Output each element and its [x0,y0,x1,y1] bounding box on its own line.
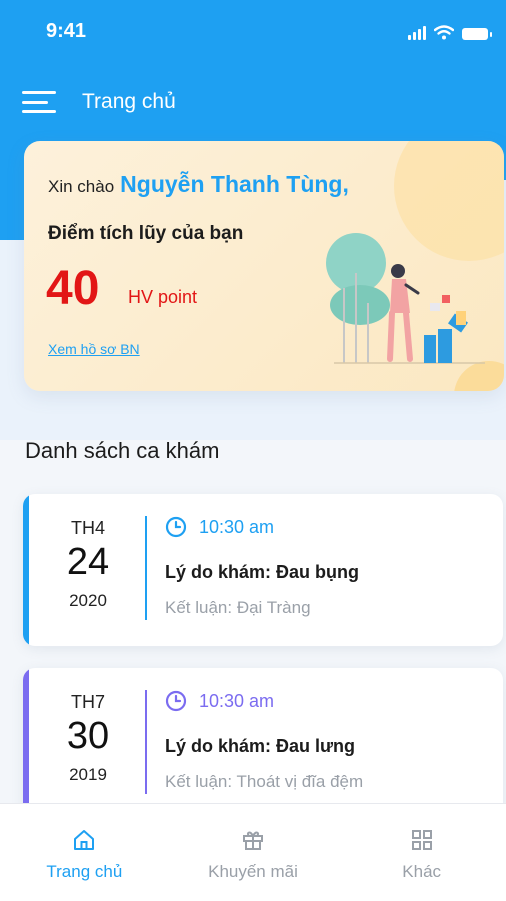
bottom-nav: Trang chủ Khuyến mãi Khác [0,803,506,901]
status-time: 9:41 [46,20,87,42]
home-icon [74,830,95,850]
nav-item-promotions[interactable]: Khuyến mãi [169,804,338,901]
clock-icon [165,690,187,712]
visit-day: 30 [66,715,110,757]
nav-item-home[interactable]: Trang chủ [0,804,169,901]
status-icons [408,24,492,40]
battery-icon [462,28,492,40]
nav-label-home: Trang chủ [46,862,123,881]
user-name: Nguyễn Thanh Tùng, [120,171,349,197]
visit-time-row: 10:30 am [165,690,274,712]
visit-accent-bar [23,494,29,646]
visit-divider [145,516,147,620]
points-card: Xin chào Nguyễn Thanh Tùng, Điểm tích lũy… [24,141,504,391]
visit-year: 2019 [69,764,107,784]
visit-reason: Lý do khám: Đau bụng [165,562,360,582]
nav-label-more: Khác [402,862,442,881]
visit-conclusion: Kết luận: Đại Tràng [165,598,311,617]
greeting: Xin chào Nguyễn Thanh Tùng, [48,171,349,198]
visit-time-row: 10:30 am [165,516,274,538]
top-bar: Trang chủ [22,86,176,118]
wifi-icon [434,25,454,40]
grid-icon [411,830,432,850]
visit-day: 24 [66,541,110,583]
visit-date: TH7 30 2019 [43,692,133,785]
visit-divider [145,690,147,794]
visit-year: 2020 [69,590,107,610]
gift-icon [243,831,263,850]
view-profile-link[interactable]: Xem hồ sơ BN [48,341,140,357]
visit-date: TH4 24 2020 [43,518,133,611]
clock-icon [165,516,187,538]
menu-icon[interactable] [22,91,56,113]
visit-card[interactable]: TH4 24 2020 10:30 am Lý do khám: Đau bụn… [23,494,503,646]
visit-time: 10:30 am [199,690,275,711]
greeting-text: Xin chào [48,177,115,196]
visit-reason: Lý do khám: Đau lưng [165,736,356,756]
visits-section-title: Danh sách ca khám [25,438,220,463]
visit-accent-bar [23,668,29,820]
visit-weekday: TH4 [70,518,105,538]
nav-label-promotions: Khuyến mãi [208,862,298,881]
points-label: Điểm tích lũy của bạn [48,223,244,244]
illustration-image [326,233,485,364]
visit-conclusion: Kết luận: Thoát vị đĩa đệm [165,772,364,791]
page-title: Trang chủ [82,90,176,113]
visit-weekday: TH7 [70,692,105,712]
visit-time: 10:30 am [199,516,275,537]
points-unit: HV point [128,287,198,307]
nav-item-more[interactable]: Khác [337,804,506,901]
points-value: 40 [46,262,100,315]
visit-card[interactable]: TH7 30 2019 10:30 am Lý do khám: Đau lưn… [23,668,503,820]
signal-icon [408,24,426,40]
status-bar: 9:41 [0,18,506,48]
